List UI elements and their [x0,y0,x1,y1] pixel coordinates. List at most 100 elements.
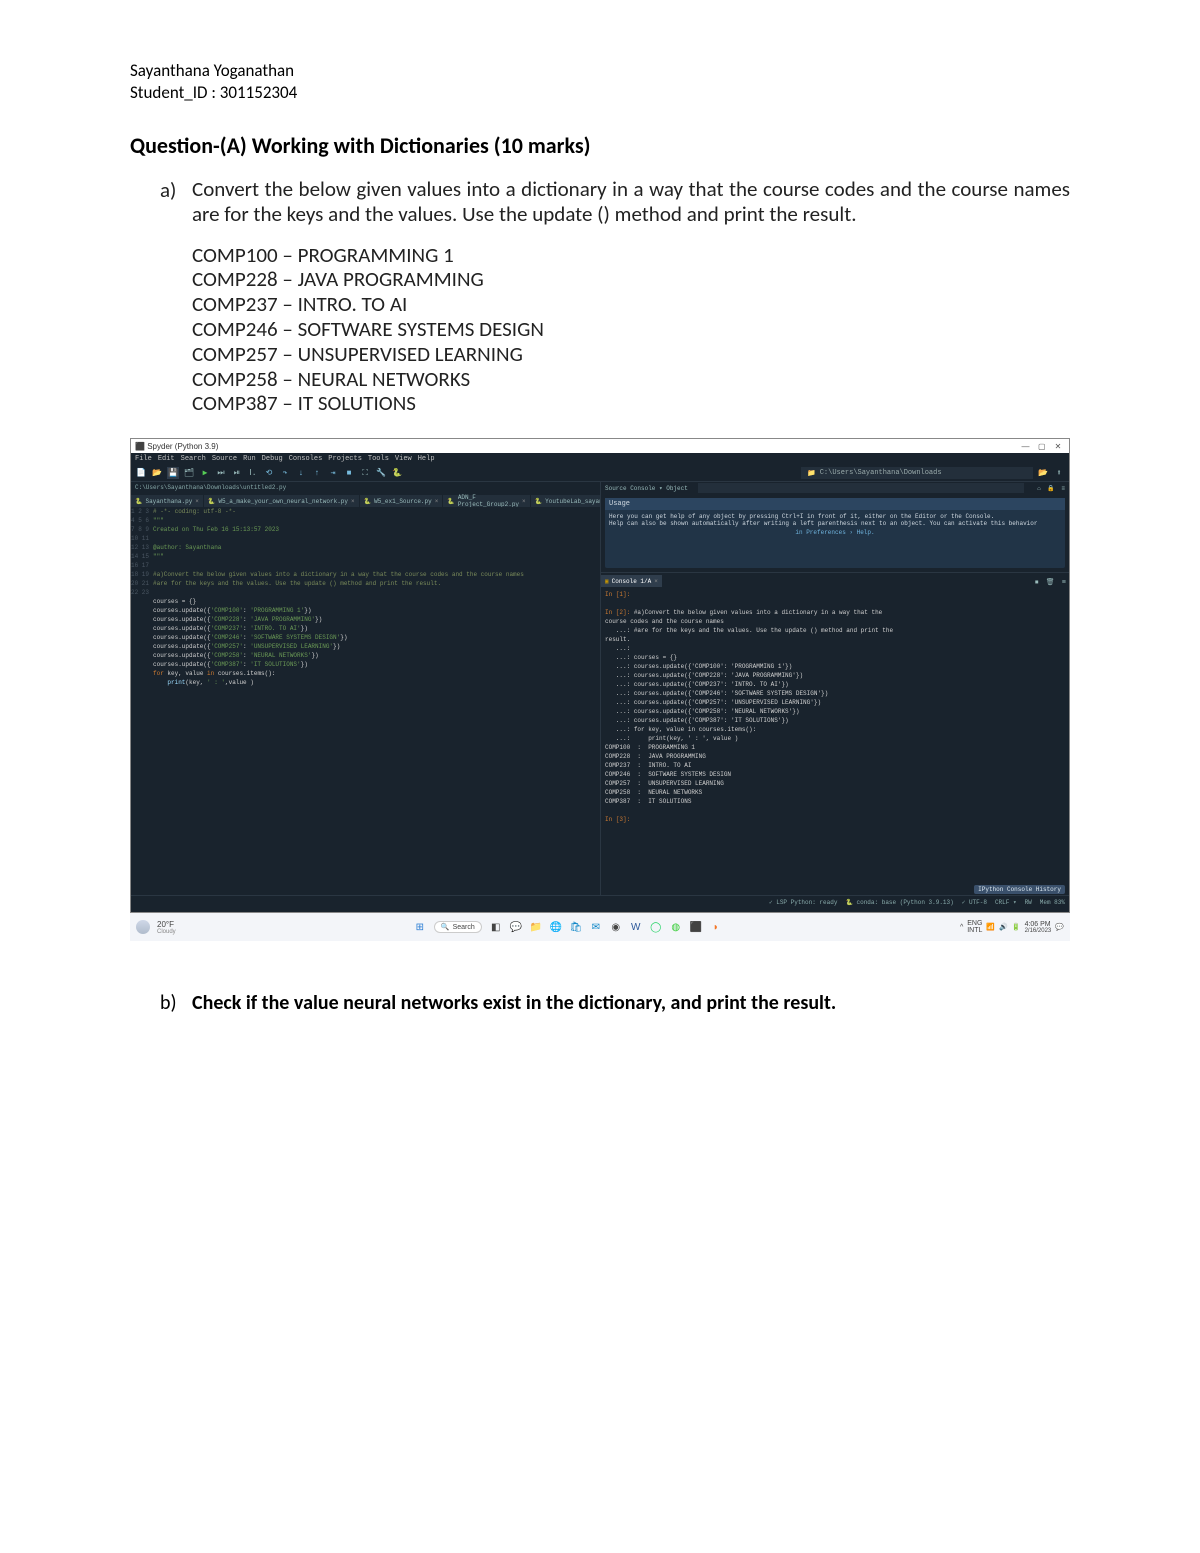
continue-icon[interactable]: ⇥ [327,467,339,479]
cloud-icon [136,920,150,934]
menu-item[interactable]: Consoles [289,455,323,463]
help-tabs[interactable]: Source Console ▾ Object [605,485,688,492]
parent-dir-icon[interactable]: ⬆ [1053,467,1065,479]
mail-icon[interactable]: ✉ [590,921,602,933]
python-path-icon[interactable]: 🐍 [391,467,403,479]
run-cell-icon[interactable]: ⏭ [215,467,227,479]
part-a-label: a) [160,177,192,227]
spyder-taskbar-icon[interactable]: ⬛ [690,921,702,933]
new-file-icon[interactable]: 📄 [135,467,147,479]
explorer-icon[interactable]: 📁 [530,921,542,933]
toolbar: 📄 📂 💾 🗂 ▶ ⏭ ⏯ Ⅰ. ⟲ ↷ ↓ ↑ ⇥ ■ ⛶ 🔧 🐍 📁C:\U… [131,465,1069,482]
menu-item[interactable]: Help [418,455,435,463]
step-over-icon[interactable]: ↷ [279,467,291,479]
part-b-label: b) [160,991,192,1015]
remove-icon[interactable]: 🗑 [1046,579,1055,587]
volume-icon[interactable]: 🔊 [999,923,1008,931]
anaconda-icon[interactable]: ◍ [670,921,682,933]
question-heading: Question-(A) Working with Dictionaries (… [130,132,1070,159]
console[interactable]: In [1]: In [2]: #a)Convert the below giv… [601,587,1069,885]
notification-icon[interactable]: 💬 [1055,923,1064,931]
eol-status: CRLF ▾ [995,899,1017,906]
course-line: COMP257 – UNSUPERVISED LEARNING [192,342,1070,367]
stop-icon[interactable]: ■ [343,467,355,479]
console-menu-icon[interactable]: ≡ [1062,579,1066,587]
help-header: Source Console ▾ Object ⌂ 🔒 ≡ [601,482,1069,494]
menu-item[interactable]: Edit [158,455,175,463]
course-list: COMP100 – PROGRAMMING 1 COMP228 – JAVA P… [162,243,1070,416]
run-cell-advance-icon[interactable]: ⏯ [231,467,243,479]
save-all-icon[interactable]: 🗂 [183,467,195,479]
taskview-icon[interactable]: ◧ [490,921,502,933]
editor-tab[interactable]: 🐍YoutubeLab_sayanthana.py× [531,495,600,507]
editor-file-path: C:\Users\Sayanthana\Downloads\untitled2.… [131,482,600,493]
whatsapp-icon[interactable]: ◯ [650,921,662,933]
search-icon: 🔍 [441,923,450,931]
chevron-up-icon[interactable]: ^ [960,924,963,931]
close-button[interactable]: ✕ [1051,442,1065,451]
taskbar-search[interactable]: 🔍 Search [434,921,482,933]
menu-item[interactable]: Source [212,455,237,463]
menu-item[interactable]: Projects [328,455,362,463]
window-titlebar: ⬛ Spyder (Python 3.9) — ▢ ✕ [131,439,1069,453]
menu-item[interactable]: Debug [262,455,283,463]
editor-tab[interactable]: 🐍W5_a_make_your_own_neural_network.py× [204,495,360,507]
help-search-input[interactable] [698,483,1024,493]
interrupt-icon[interactable]: ⏹ [1035,579,1039,587]
student-info: Sayanthana Yoganathan Student_ID : 30115… [130,60,1070,104]
taskbar-weather[interactable]: 20°F Cloudy [136,920,176,935]
usage-box: Usage Here you can get help of any objec… [605,498,1065,568]
step-out-icon[interactable]: ↑ [311,467,323,479]
maximize-pane-icon[interactable]: ⛶ [359,467,371,479]
chat-icon[interactable]: 💬 [510,921,522,933]
wifi-icon[interactable]: 📶 [986,923,995,931]
code-area[interactable]: # -*- coding: utf-8 -*- """ Created on T… [153,507,600,895]
save-icon[interactable]: 💾 [167,467,179,479]
console-tab[interactable]: ▣ Console 1/A × [601,575,663,587]
language-icon[interactable]: ENGINTL [967,920,982,934]
run-selection-icon[interactable]: Ⅰ. [247,467,259,479]
word-icon[interactable]: W [630,921,642,933]
menu-item[interactable]: View [395,455,412,463]
usage-link[interactable]: in Preferences › Help. [609,529,1061,536]
folder-browse-icon[interactable]: 📂 [1037,467,1049,479]
edge-icon[interactable]: 🌐 [550,921,562,933]
menu-item[interactable]: Search [181,455,206,463]
minimize-button[interactable]: — [1019,442,1033,451]
open-file-icon[interactable]: 📂 [151,467,163,479]
menu-item[interactable]: Run [243,455,256,463]
taskbar-center: ⊞ 🔍 Search ◧ 💬 📁 🌐 🛍 ✉ ◉ W ◯ ◍ ⬛ ◗ [414,921,722,933]
statusbar: ✓ LSP Python: ready 🐍 conda: base (Pytho… [131,895,1069,908]
student-name: Sayanthana Yoganathan [130,60,1070,82]
ide-body: C:\Users\Sayanthana\Downloads\untitled2.… [131,482,1069,895]
jupyter-icon[interactable]: ◗ [710,921,722,933]
editor-pane: C:\Users\Sayanthana\Downloads\untitled2.… [131,482,601,895]
debug-icon[interactable]: ⟲ [263,467,275,479]
run-icon[interactable]: ▶ [199,467,211,479]
step-in-icon[interactable]: ↓ [295,467,307,479]
course-line: COMP246 – SOFTWARE SYSTEMS DESIGN [192,317,1070,342]
maximize-button[interactable]: ▢ [1035,442,1049,451]
editor-tab[interactable]: 🐍ADN_F Project_Group2.py× [443,495,530,507]
editor-tab[interactable]: 🐍W5_ex1_Source.py× [360,495,444,507]
help-pane: Source Console ▾ Object ⌂ 🔒 ≡ Usage Here… [601,482,1069,573]
chrome-icon[interactable]: ◉ [610,921,622,933]
battery-icon[interactable]: 🔋 [1012,923,1021,931]
store-icon[interactable]: 🛍 [570,921,582,933]
working-dir[interactable]: 📁C:\Users\Sayanthana\Downloads [801,467,1033,479]
menu-item[interactable]: Tools [368,455,389,463]
window-buttons: — ▢ ✕ [1019,442,1065,451]
lock-icon[interactable]: 🔒 [1047,485,1054,492]
editor-tab[interactable]: 🐍Sayanthana.py× [131,495,204,507]
start-icon[interactable]: ⊞ [414,921,426,933]
preferences-icon[interactable]: 🔧 [375,467,387,479]
taskbar-tray: ^ ENGINTL 📶 🔊 🔋 4:06 PM 2/16/2023 💬 [960,920,1064,934]
menu-icon[interactable]: ≡ [1061,485,1065,492]
code-editor[interactable]: 1 2 3 4 5 6 7 8 9 10 11 12 13 14 15 16 1… [131,507,600,895]
clock[interactable]: 4:06 PM 2/16/2023 [1025,921,1052,934]
usage-text: Here you can get help of any object by p… [609,513,1061,520]
ipython-history-toggle[interactable]: IPython Console History [974,885,1065,894]
menu-item[interactable]: File [135,455,152,463]
course-line: COMP100 – PROGRAMMING 1 [192,243,1070,268]
home-icon[interactable]: ⌂ [1037,485,1041,492]
